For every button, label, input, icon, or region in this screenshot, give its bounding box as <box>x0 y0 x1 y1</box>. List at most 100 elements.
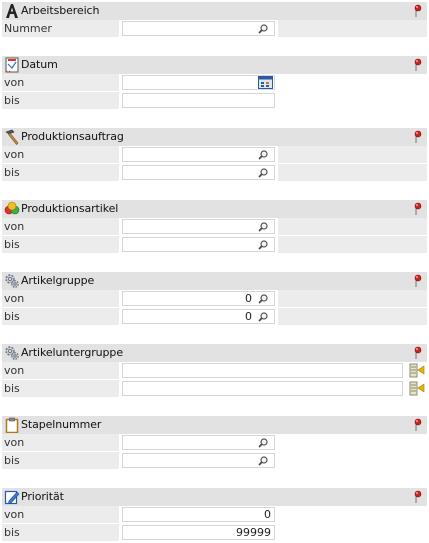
prioritaet-von-input[interactable]: 0 <box>122 507 275 522</box>
datum-bis-input[interactable] <box>122 93 275 108</box>
produktionsauftrag-bis-row: bis <box>2 164 427 182</box>
lookup-list-icon[interactable] <box>409 381 425 396</box>
priority-edit-icon <box>4 490 20 505</box>
produktionsartikel-von-input[interactable] <box>122 219 275 234</box>
artikeluntergruppe-bis-row: bis <box>2 380 427 398</box>
search-icon[interactable] <box>258 150 268 160</box>
section-title: Artikelgruppe <box>21 274 95 287</box>
section-header: Artikeluntergruppe <box>2 344 427 362</box>
von-label: von <box>2 146 119 163</box>
lookup-list-icon[interactable] <box>409 363 425 378</box>
field-value: 99999 <box>236 526 271 539</box>
datum-bis-row: bis <box>2 92 427 110</box>
date-picker-icon[interactable] <box>258 76 273 89</box>
bis-label: bis <box>2 164 119 181</box>
prioritaet-bis-row: bis 99999 <box>2 524 427 542</box>
pin-icon[interactable] <box>413 346 423 360</box>
pin-icon[interactable] <box>413 4 423 18</box>
row-filler <box>278 236 427 253</box>
von-label: von <box>2 434 119 451</box>
von-label: von <box>2 74 119 91</box>
stapelnummer-bis-row: bis <box>2 452 427 470</box>
clipboard-icon <box>5 417 19 433</box>
calendar-icon <box>5 57 19 73</box>
field-value: 0 <box>264 508 271 521</box>
section-title: Datum <box>21 58 58 71</box>
search-icon[interactable] <box>258 312 268 322</box>
section-produktionsartikel: Produktionsartikel von bis <box>0 200 429 254</box>
hammer-icon <box>5 129 19 145</box>
search-icon[interactable] <box>258 294 268 304</box>
artikeluntergruppe-von-row: von <box>2 362 427 380</box>
stapelnummer-von-input[interactable] <box>122 435 275 450</box>
section-stapelnummer: Stapelnummer von bis <box>0 416 429 470</box>
section-title: Arbeitsbereich <box>21 4 100 17</box>
search-icon[interactable] <box>258 168 268 178</box>
pin-icon[interactable] <box>413 274 423 288</box>
produktionsartikel-bis-row: bis <box>2 236 427 254</box>
artikelgruppe-bis-row: bis 0 <box>2 308 427 326</box>
section-header: Artikelgruppe <box>2 272 427 290</box>
stapelnummer-von-row: von <box>2 434 427 452</box>
nummer-row: Nummer <box>2 20 427 38</box>
row-filler <box>278 218 427 235</box>
section-title: Artikeluntergruppe <box>21 346 123 359</box>
artikelgruppe-bis-input[interactable]: 0 <box>122 309 275 324</box>
von-label: von <box>2 290 119 307</box>
row-filler <box>278 146 427 163</box>
prioritaet-bis-input[interactable]: 99999 <box>122 525 275 540</box>
row-filler <box>278 164 427 181</box>
search-icon[interactable] <box>258 240 268 250</box>
field-value: 0 <box>245 310 252 323</box>
section-prioritaet: Priorität von 0 bis 99999 <box>0 488 429 542</box>
articles-icon <box>4 201 20 215</box>
section-arbeitsbereich: Arbeitsbereich Nummer <box>0 2 429 38</box>
section-artikelgruppe: Artikelgruppe von 0 bis 0 <box>0 272 429 326</box>
stapelnummer-bis-input[interactable] <box>122 453 275 468</box>
section-header: Arbeitsbereich <box>2 2 427 20</box>
section-header: Datum <box>2 56 427 74</box>
pin-icon[interactable] <box>413 130 423 144</box>
section-header: Produktionsauftrag <box>2 128 427 146</box>
pin-icon[interactable] <box>413 490 423 504</box>
search-icon[interactable] <box>258 456 268 466</box>
section-header: Priorität <box>2 488 427 506</box>
search-icon[interactable] <box>258 24 268 34</box>
datum-von-input[interactable] <box>122 75 275 90</box>
artikelgruppe-von-input[interactable]: 0 <box>122 291 275 306</box>
datum-von-row: von <box>2 74 427 92</box>
gear-subgroup-icon <box>5 346 19 360</box>
gear-group-icon <box>5 274 19 288</box>
pin-icon[interactable] <box>413 58 423 72</box>
produktionsauftrag-von-row: von <box>2 146 427 164</box>
produktionsartikel-bis-input[interactable] <box>122 237 275 252</box>
bis-label: bis <box>2 452 119 469</box>
nummer-input[interactable] <box>122 21 275 36</box>
bis-label: bis <box>2 308 119 325</box>
section-header: Stapelnummer <box>2 416 427 434</box>
produktionsauftrag-bis-input[interactable] <box>122 165 275 180</box>
produktionsauftrag-von-input[interactable] <box>122 147 275 162</box>
section-produktionsauftrag: Produktionsauftrag von bis <box>0 128 429 182</box>
bis-label: bis <box>2 92 119 109</box>
letter-a-icon <box>6 4 18 18</box>
section-header: Produktionsartikel <box>2 200 427 218</box>
row-filler <box>278 20 427 37</box>
search-icon[interactable] <box>258 438 268 448</box>
bis-label: bis <box>2 380 119 397</box>
bis-label: bis <box>2 236 119 253</box>
nummer-label: Nummer <box>2 20 119 37</box>
artikelgruppe-von-row: von 0 <box>2 290 427 308</box>
artikeluntergruppe-von-input[interactable] <box>122 363 403 378</box>
section-artikeluntergruppe: Artikeluntergruppe von bis <box>0 344 429 398</box>
field-value: 0 <box>245 292 252 305</box>
produktionsartikel-von-row: von <box>2 218 427 236</box>
pin-icon[interactable] <box>413 202 423 216</box>
von-label: von <box>2 506 119 523</box>
artikeluntergruppe-bis-input[interactable] <box>122 381 403 396</box>
section-title: Produktionsauftrag <box>21 130 124 143</box>
pin-icon[interactable] <box>413 418 423 432</box>
section-title: Priorität <box>21 490 64 503</box>
search-icon[interactable] <box>258 222 268 232</box>
section-title: Produktionsartikel <box>21 202 119 215</box>
